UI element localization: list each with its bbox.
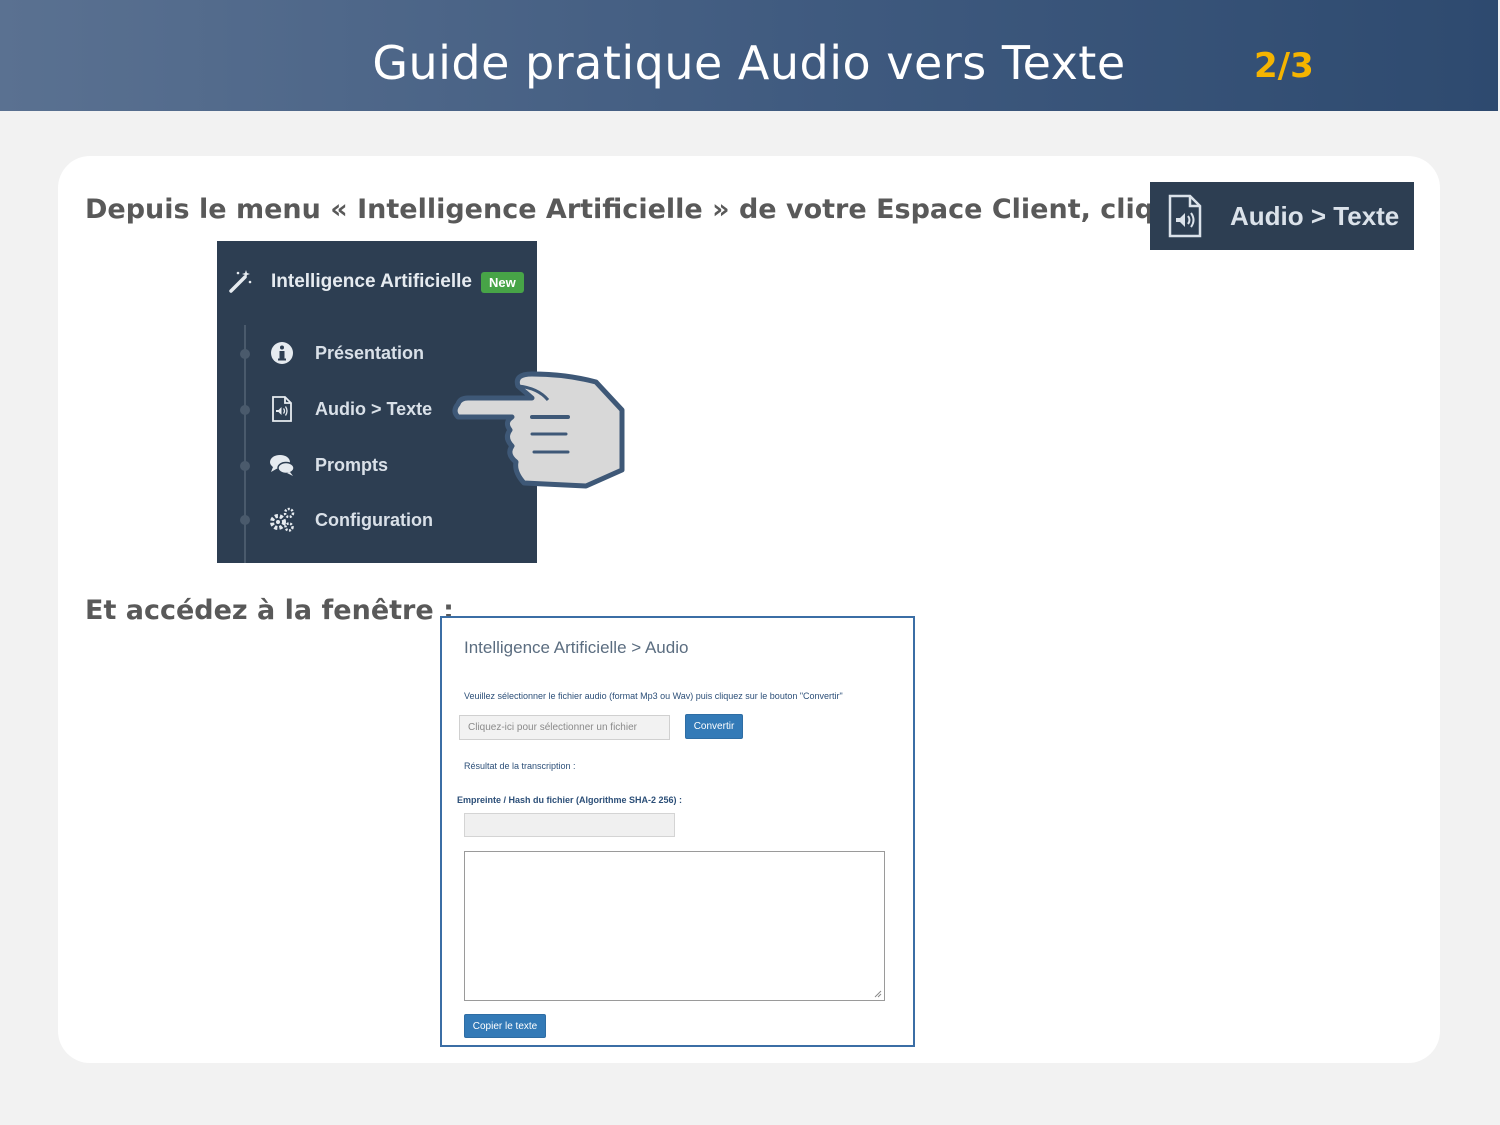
menu-item-prompts[interactable]: Prompts bbox=[269, 452, 388, 478]
gears-icon bbox=[270, 507, 295, 532]
menu-header[interactable]: Intelligence Artificielle New bbox=[227, 269, 524, 295]
chat-bubbles-icon bbox=[270, 455, 295, 476]
hash-label: Empreinte / Hash du fichier (Algorithme … bbox=[457, 795, 683, 805]
audio-file-icon bbox=[272, 396, 292, 422]
step2-instruction: Et accédez à la fenêtre : bbox=[85, 595, 454, 626]
pointing-hand-icon bbox=[452, 371, 625, 489]
menu-item-label: Prompts bbox=[315, 454, 389, 475]
menu-item-label: Audio > Texte bbox=[315, 398, 433, 419]
convert-button[interactable]: Convertir bbox=[685, 714, 743, 739]
audio-window: Intelligence Artificielle > Audio Veuill… bbox=[440, 616, 915, 1047]
slide-header: Guide pratique Audio vers Texte 2/3 bbox=[0, 0, 1498, 111]
menu-title: Intelligence Artificielle bbox=[271, 271, 472, 292]
audio-texte-label: Audio > Texte bbox=[1230, 200, 1400, 231]
menu-item-label: Présentation bbox=[315, 342, 425, 363]
copy-text-button[interactable]: Copier le texte bbox=[464, 1014, 546, 1038]
result-label: Résultat de la transcription : bbox=[464, 761, 576, 771]
resize-handle-icon[interactable] bbox=[874, 990, 882, 998]
window-instruction: Veuillez sélectionner le fichier audio (… bbox=[464, 691, 843, 701]
menu-tree-line bbox=[244, 325, 246, 563]
menu-dot bbox=[240, 461, 250, 471]
menu-item-configuration[interactable]: Configuration bbox=[269, 507, 433, 533]
step1-instruction: Depuis le menu « Intelligence Artificiel… bbox=[85, 194, 1266, 225]
page-indicator: 2/3 bbox=[1254, 46, 1314, 86]
menu-dot bbox=[240, 515, 250, 525]
magic-wand-icon bbox=[229, 270, 252, 293]
menu-item-presentation[interactable]: Présentation bbox=[269, 340, 424, 366]
info-icon bbox=[271, 342, 293, 364]
menu-item-label: Configuration bbox=[315, 509, 433, 530]
menu-dot bbox=[240, 405, 250, 415]
audio-file-icon bbox=[1168, 194, 1202, 238]
transcription-textarea[interactable] bbox=[464, 851, 885, 1001]
audio-texte-button[interactable]: Audio > Texte bbox=[1150, 182, 1414, 250]
menu-item-audio-texte[interactable]: Audio > Texte bbox=[269, 396, 432, 422]
menu-dot bbox=[240, 349, 250, 359]
file-select-input[interactable]: Cliquez-ici pour sélectionner un fichier bbox=[459, 715, 670, 740]
window-title: Intelligence Artificielle > Audio bbox=[464, 638, 689, 657]
new-badge: New bbox=[480, 271, 524, 293]
hash-field[interactable] bbox=[464, 813, 675, 837]
